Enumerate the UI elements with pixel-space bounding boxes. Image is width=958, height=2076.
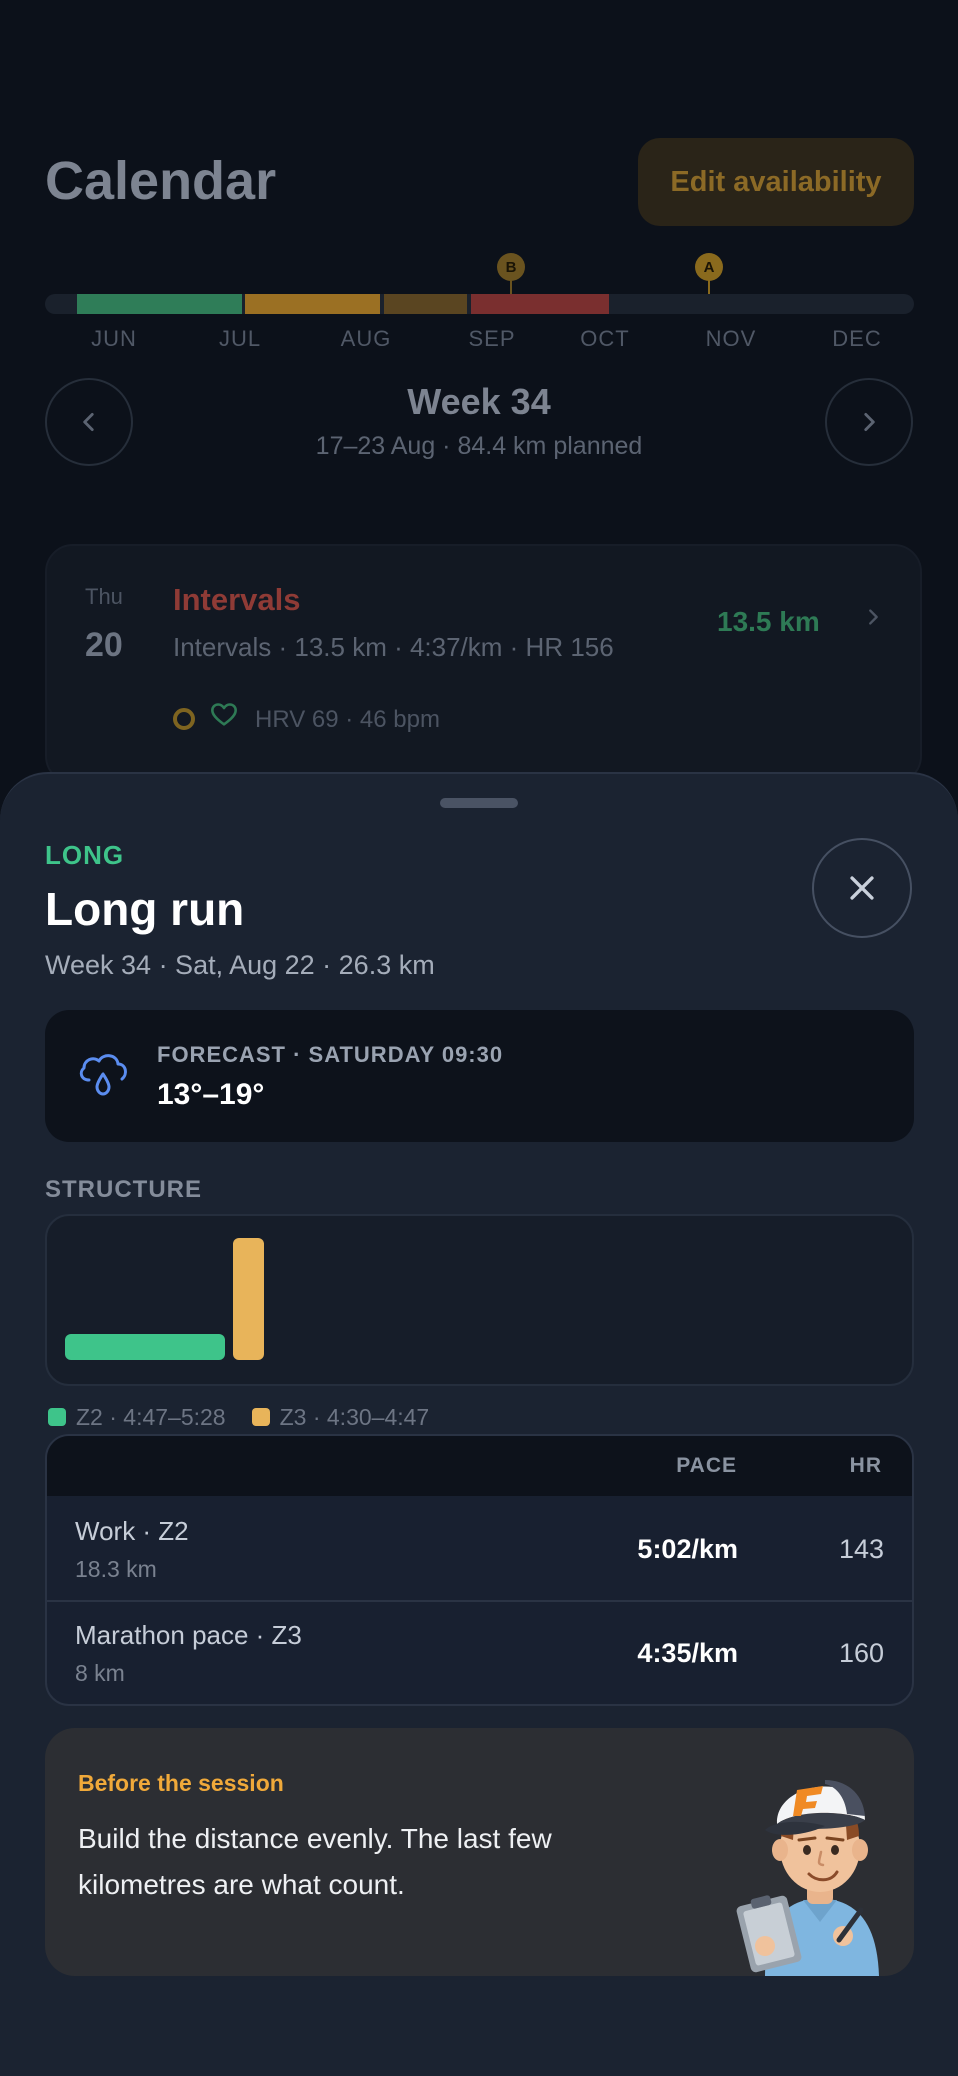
day-number: 20 [85,626,123,664]
structure-bar-z3 [233,1238,264,1360]
forecast-temperature: 13°–19° [157,1078,265,1111]
sheet-title: Long run [45,883,245,935]
heart-icon [210,701,238,736]
month-label: JUN [91,326,137,351]
zone-legend: Z2 · 4:47–5:28 Z3 · 4:30–4:47 [48,1402,455,1432]
timeline-phase-taper [471,294,609,314]
forecast-label: FORECAST · SATURDAY 09:30 [157,1042,504,1067]
edit-availability-button[interactable]: Edit availability [638,138,914,226]
chevron-right-icon [862,602,884,640]
next-week-button[interactable] [825,378,913,466]
session-detail-sheet: LONG Long run Week 34 · Sat, Aug 22 · 26… [0,772,958,2076]
structure-heading: STRUCTURE [45,1176,202,1203]
structure-bar-z2 [65,1334,225,1360]
legend-swatch [48,1408,66,1426]
sheet-subtitle: Week 34 · Sat, Aug 22 · 26.3 km [45,950,435,980]
table-header: PACE HR [47,1436,912,1496]
timeline-months: JUN JUL AUG SEP OCT NOV DEC [45,326,914,356]
month-label: OCT [580,326,630,351]
legend-item: Z2 · 4:47–5:28 [48,1404,226,1431]
column-header-hr: HR [849,1454,882,1477]
step-name: Marathon pace · Z3 [75,1620,302,1650]
step-name: Work · Z2 [75,1516,189,1546]
column-header-pace: PACE [676,1454,737,1477]
month-label: JUL [218,326,262,351]
sheet-drag-handle[interactable] [440,798,518,808]
race-b-marker[interactable]: B [497,253,525,281]
month-label: SEP [468,326,516,351]
session-card[interactable]: Thu 20 Intervals Intervals · 13.5 km · 4… [45,544,922,784]
session-meta: Intervals · 13.5 km · 4:37/km · HR 156 [173,632,614,662]
step-distance: 18.3 km [75,1556,157,1582]
timeline-phase-base [77,294,242,314]
month-label: AUG [340,326,392,351]
legend-label: Z3 · 4:30–4:47 [279,1403,430,1430]
hrv-readout: HRV 69 · 46 bpm [255,706,440,733]
status-ring-icon [173,708,195,730]
month-label: NOV [705,326,757,351]
session-name: Intervals [173,582,301,617]
table-row: Work · Z2 18.3 km 5:02/km 143 [47,1498,912,1602]
rain-cloud-icon [79,1054,127,1096]
forecast-card: FORECAST · SATURDAY 09:30 13°–19° [45,1010,914,1142]
close-button[interactable] [812,838,912,938]
chevron-right-icon [864,413,875,431]
race-a-marker[interactable]: A [695,253,723,281]
coach-tip-card: Before the session Build the distance ev… [45,1728,914,1976]
coach-tip-text: Build the distance evenly. The last few … [78,1823,552,1900]
calendar-screen: Calendar Edit availability B A JUN JUL A… [0,0,958,800]
table-row: Marathon pace · Z3 8 km 4:35/km 160 [47,1600,912,1704]
session-distance: 13.5 km [717,606,820,637]
week-subtitle: 17–23 Aug · 84.4 km planned [315,432,643,460]
day-of-week: Thu [85,584,123,609]
legend-swatch [251,1408,270,1426]
legend-item: Z3 · 4:30–4:47 [251,1403,430,1431]
season-timeline[interactable] [45,294,914,314]
timeline-phase-peak [384,294,467,314]
step-pace: 5:02/km [637,1534,738,1564]
legend-label: Z2 · 4:47–5:28 [76,1403,226,1430]
coach-avatar [736,1780,879,1976]
week-title: Week 34 [407,381,551,422]
step-hr: 160 [838,1638,884,1668]
page-title: Calendar [45,151,277,211]
step-pace: 4:35/km [637,1638,738,1668]
structure-table: PACE HR Work · Z2 18.3 km 5:02/km 143 Ma… [45,1434,914,1706]
coach-tip-label: Before the session [78,1770,284,1796]
close-icon [850,876,874,900]
timeline-phase-build [245,294,380,314]
structure-chart [45,1214,914,1386]
step-hr: 143 [838,1534,884,1564]
month-label: DEC [832,326,882,351]
step-distance: 8 km [75,1660,125,1686]
session-type-tag: LONG [45,840,125,870]
